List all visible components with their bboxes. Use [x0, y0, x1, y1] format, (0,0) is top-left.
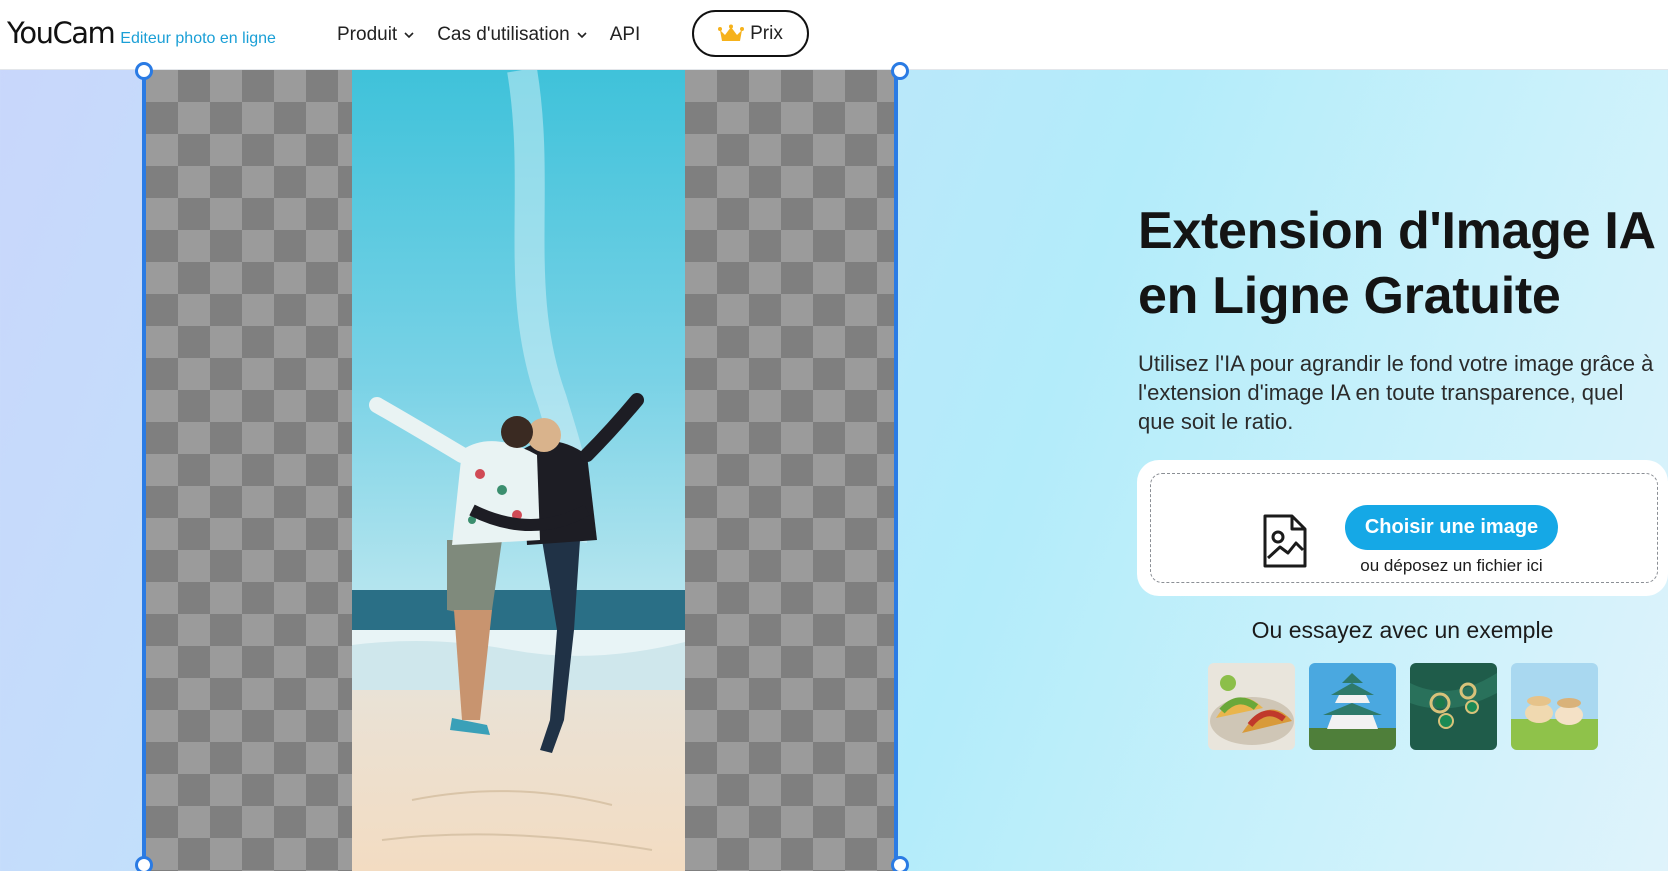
nav-cas-utilisation-label: Cas d'utilisation	[437, 24, 570, 45]
choose-image-button[interactable]: Choisir une image	[1345, 505, 1558, 550]
nav-cas-utilisation[interactable]: Cas d'utilisation	[437, 24, 587, 46]
image-file-icon	[1263, 514, 1307, 568]
resize-handle-top-right[interactable]	[891, 62, 909, 80]
page-title-line1: Extension d'Image IA	[1138, 202, 1656, 260]
earrings-image	[1410, 663, 1497, 750]
chevron-down-icon	[404, 32, 414, 39]
crown-icon	[718, 24, 745, 41]
women-on-grass-image	[1511, 663, 1598, 750]
chevron-down-icon	[577, 32, 587, 39]
example-images	[1208, 663, 1612, 750]
example-thumb-castle[interactable]	[1309, 663, 1396, 750]
pricing-button[interactable]: Prix	[692, 10, 809, 57]
logo-wordmark: YouCam	[7, 16, 116, 50]
top-navigation-bar: YouCam Editeur photo en ligne Produit Ca…	[0, 0, 1668, 70]
photo-illustration	[352, 70, 685, 871]
nav-api-label: API	[609, 24, 641, 45]
nav-produit-label: Produit	[337, 24, 398, 45]
example-thumb-earrings[interactable]	[1410, 663, 1497, 750]
transparent-area-left	[146, 70, 352, 871]
drop-file-hint: ou déposez un fichier ici	[1360, 556, 1543, 575]
nav-produit[interactable]: Produit	[337, 24, 415, 46]
image-extension-canvas[interactable]	[142, 70, 898, 871]
resize-handle-bottom-right[interactable]	[891, 856, 909, 871]
upload-card: Choisir une image ou déposez un fichier …	[1137, 460, 1668, 596]
transparent-area-right	[685, 70, 894, 871]
page-description: Utilisez l'IA pour agrandir le fond votr…	[1138, 351, 1654, 434]
page-title: Extension d'Image IA en Ligne Gratuite	[1138, 199, 1658, 329]
logo[interactable]: YouCam Editeur photo en ligne	[7, 16, 276, 50]
resize-handle-bottom-left[interactable]	[135, 856, 153, 871]
nav-api[interactable]: API	[610, 24, 641, 46]
castle-image	[1309, 663, 1396, 750]
example-thumb-tacos[interactable]	[1208, 663, 1295, 750]
resize-handle-top-left[interactable]	[135, 62, 153, 80]
tacos-image	[1208, 663, 1295, 750]
main-nav: Produit Cas d'utilisation API	[337, 0, 662, 70]
page-title-line2: en Ligne Gratuite	[1138, 267, 1561, 325]
example-thumb-women[interactable]	[1511, 663, 1598, 750]
file-drop-zone[interactable]: Choisir une image ou déposez un fichier …	[1150, 473, 1658, 583]
pricing-label: Prix	[750, 22, 783, 44]
logo-subtitle: Editeur photo en ligne	[120, 30, 276, 47]
beach-couple-photo	[352, 70, 685, 871]
examples-heading: Ou essayez avec un exemple	[1251, 617, 1554, 643]
